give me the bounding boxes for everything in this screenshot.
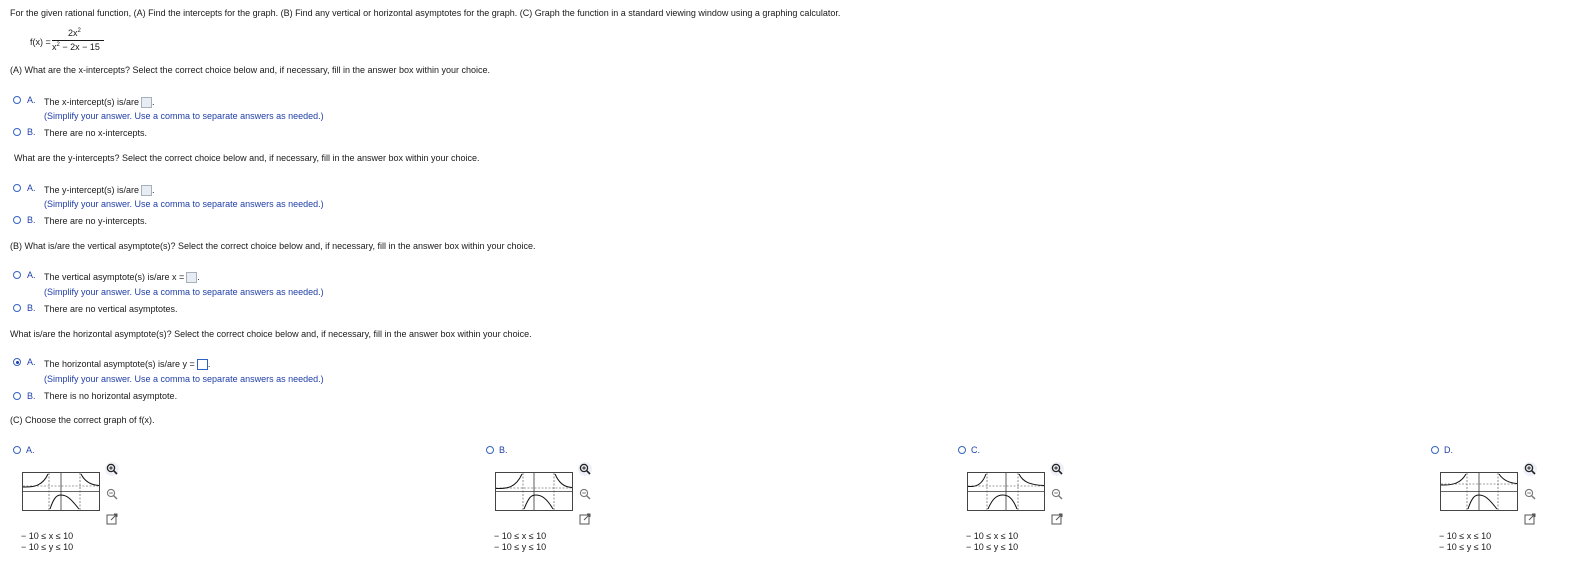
horizontal-asymptotes-option-a-letter: A.: [27, 357, 36, 367]
vertical-asymptotes-option-a-radio[interactable]: [13, 271, 21, 279]
x-intercepts-option-a-text: The x-intercept(s) is/are: [44, 97, 140, 107]
graph-option-d-thumbnail[interactable]: [1440, 472, 1518, 511]
function-lhs: f(x) =: [30, 37, 51, 47]
part-graph-question: (C) Choose the correct graph of f(x).: [10, 415, 155, 425]
graph-d-x-range: − 10 ≤ x ≤ 10: [1439, 531, 1492, 541]
graph-option-b-thumbnail[interactable]: [495, 472, 573, 511]
vertical-asymptotes-option-a-text: The vertical asymptote(s) is/are x =: [44, 272, 185, 282]
pop-out-icon: [1051, 513, 1063, 525]
graph-a-zoom-in-button[interactable]: [105, 462, 119, 476]
zoom-out-icon: [1051, 488, 1063, 500]
graph-option-b-radio[interactable]: [486, 446, 494, 454]
part-vertical-asymptotes-question: (B) What is/are the vertical asymptote(s…: [10, 241, 536, 251]
graph-option-c-letter: C.: [971, 445, 980, 455]
horizontal-asymptotes-option-a: The horizontal asymptote(s) is/are y =.: [44, 359, 211, 370]
graph-b-pop-out-button[interactable]: [578, 512, 592, 526]
vertical-asymptotes-option-a-letter: A.: [27, 270, 36, 280]
part-horizontal-asymptotes-question: What is/are the horizontal asymptote(s)?…: [10, 329, 532, 339]
y-intercepts-option-b-letter: B.: [27, 215, 36, 225]
graph-b-zoom-in-button[interactable]: [578, 462, 592, 476]
vertical-asymptotes-option-b-letter: B.: [27, 303, 36, 313]
part-y-intercepts-question: What are the y-intercepts? Select the co…: [14, 153, 480, 163]
graph-a-plot: [22, 473, 100, 510]
graph-option-b-letter: B.: [499, 445, 508, 455]
graph-a-pop-out-button[interactable]: [105, 512, 119, 526]
graph-b-plot: [495, 473, 573, 510]
vertical-asymptotes-hint: (Simplify your answer. Use a comma to se…: [44, 287, 324, 297]
graph-option-d-radio[interactable]: [1431, 446, 1439, 454]
horizontal-asymptotes-option-b-radio[interactable]: [13, 392, 21, 400]
horizontal-asymptotes-hint: (Simplify your answer. Use a comma to se…: [44, 374, 324, 384]
y-intercepts-answer-box[interactable]: [141, 185, 153, 196]
graph-b-y-range: − 10 ≤ y ≤ 10: [494, 542, 547, 552]
graph-d-pop-out-button[interactable]: [1523, 512, 1537, 526]
horizontal-asymptotes-option-a-text: The horizontal asymptote(s) is/are y =: [44, 359, 195, 369]
graph-a-x-range: − 10 ≤ x ≤ 10: [21, 531, 74, 541]
x-intercepts-option-b-text: There are no x-intercepts.: [44, 128, 148, 138]
zoom-out-icon: [106, 488, 118, 500]
y-intercepts-option-a: The y-intercept(s) is/are.: [44, 185, 155, 196]
graph-d-y-range: − 10 ≤ y ≤ 10: [1439, 542, 1492, 552]
zoom-in-icon: [579, 463, 591, 475]
graph-d-zoom-out-button[interactable]: [1523, 487, 1537, 501]
graph-c-zoom-in-button[interactable]: [1050, 462, 1064, 476]
graph-a-zoom-out-button[interactable]: [105, 487, 119, 501]
horizontal-asymptotes-option-b-text: There is no horizontal asymptote.: [44, 391, 178, 401]
x-intercepts-option-a-radio[interactable]: [13, 96, 21, 104]
x-intercepts-option-b-radio[interactable]: [13, 128, 21, 136]
horizontal-asymptotes-option-b-letter: B.: [27, 391, 36, 401]
zoom-in-icon: [1524, 463, 1536, 475]
x-intercepts-option-a-letter: A.: [27, 95, 36, 105]
zoom-in-icon: [1051, 463, 1063, 475]
graph-b-zoom-out-button[interactable]: [578, 487, 592, 501]
vertical-asymptotes-option-b-radio[interactable]: [13, 304, 21, 312]
graph-d-zoom-in-button[interactable]: [1523, 462, 1537, 476]
graph-option-a-letter: A.: [26, 445, 35, 455]
horizontal-asymptotes-answer-box[interactable]: [196, 359, 208, 370]
zoom-out-icon: [1524, 488, 1536, 500]
function-denominator: x2 − 2x − 15: [52, 42, 100, 52]
y-intercepts-option-b-radio[interactable]: [13, 216, 21, 224]
graph-c-x-range: − 10 ≤ x ≤ 10: [966, 531, 1019, 541]
pop-out-icon: [579, 513, 591, 525]
graph-option-d-letter: D.: [1444, 445, 1453, 455]
graph-option-a-radio[interactable]: [13, 446, 21, 454]
x-intercepts-option-b-letter: B.: [27, 127, 36, 137]
y-intercepts-option-b-text: There are no y-intercepts.: [44, 216, 148, 226]
y-intercepts-option-a-radio[interactable]: [13, 184, 21, 192]
graph-c-zoom-out-button[interactable]: [1050, 487, 1064, 501]
x-intercepts-hint: (Simplify your answer. Use a comma to se…: [44, 111, 324, 121]
graph-c-pop-out-button[interactable]: [1050, 512, 1064, 526]
x-intercepts-option-a: The x-intercept(s) is/are.: [44, 97, 155, 108]
pop-out-icon: [1524, 513, 1536, 525]
y-intercepts-hint: (Simplify your answer. Use a comma to se…: [44, 199, 324, 209]
graph-option-c-radio[interactable]: [958, 446, 966, 454]
graph-c-y-range: − 10 ≤ y ≤ 10: [966, 542, 1019, 552]
part-x-intercepts-question: (A) What are the x-intercepts? Select th…: [10, 65, 491, 75]
pop-out-icon: [106, 513, 118, 525]
graph-b-x-range: − 10 ≤ x ≤ 10: [494, 531, 547, 541]
function-numerator: 2x2: [68, 28, 81, 38]
graph-c-plot: [967, 473, 1045, 510]
question-prompt: For the given rational function, (A) Fin…: [10, 8, 841, 18]
zoom-in-icon: [106, 463, 118, 475]
y-intercepts-option-a-letter: A.: [27, 183, 36, 193]
graph-option-c-thumbnail[interactable]: [967, 472, 1045, 511]
vertical-asymptotes-option-a: The vertical asymptote(s) is/are x =.: [44, 272, 200, 283]
vertical-asymptotes-option-b-text: There are no vertical asymptotes.: [44, 304, 178, 314]
zoom-out-icon: [579, 488, 591, 500]
y-intercepts-option-a-text: The y-intercept(s) is/are: [44, 185, 140, 195]
horizontal-asymptotes-option-a-radio[interactable]: [13, 358, 21, 366]
graph-a-y-range: − 10 ≤ y ≤ 10: [21, 542, 74, 552]
vertical-asymptotes-answer-box[interactable]: [186, 272, 198, 283]
function-fraction: 2x2 x2 − 2x − 15: [52, 28, 106, 54]
fraction-bar: [52, 40, 104, 41]
graph-option-a-thumbnail[interactable]: [22, 472, 100, 511]
x-intercepts-answer-box[interactable]: [141, 97, 153, 108]
graph-d-plot: [1440, 473, 1518, 510]
